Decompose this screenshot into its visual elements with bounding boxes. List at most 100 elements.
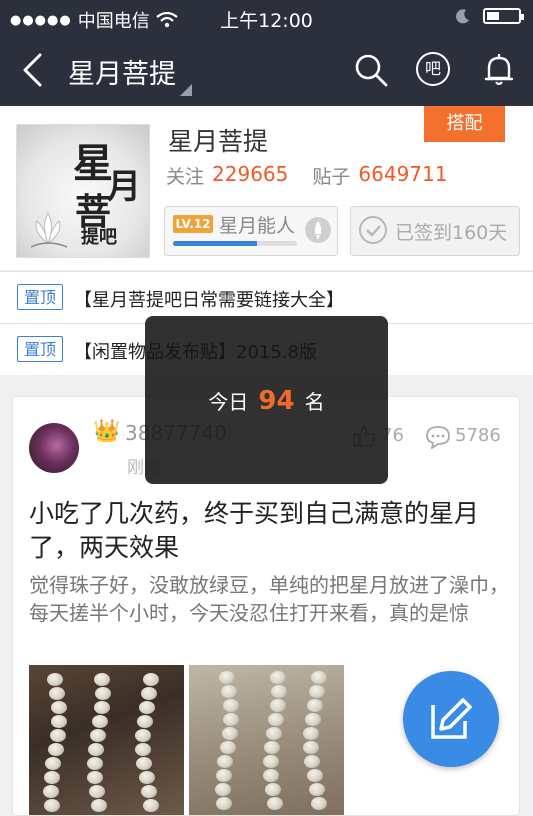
post-title[interactable]: 小吃了几次药，终于买到自己满意的星月了，两天效果 [29, 497, 509, 565]
moon-icon [456, 9, 469, 24]
checkmark-icon [359, 216, 387, 244]
bead-shape [219, 671, 235, 684]
bead-shape [87, 757, 104, 770]
bead-shape [47, 673, 63, 686]
bead-shape [49, 729, 66, 742]
bead-shape [270, 685, 287, 698]
bead-shape [89, 729, 106, 742]
bead-shape [267, 797, 284, 810]
user-avatar[interactable] [29, 423, 79, 473]
forum-stats: 关注 229665 贴子 6649711 [166, 162, 447, 189]
toast-suffix: 名 [304, 390, 325, 414]
bead-shape [142, 673, 159, 686]
bead-shape [306, 699, 323, 712]
bead-shape [94, 673, 111, 686]
posts-label: 贴子 [312, 166, 351, 188]
rank-toast: 今日 94 名 [145, 316, 388, 484]
bead-shape [303, 741, 320, 754]
bead-shape [50, 715, 67, 728]
bead-shape [263, 755, 280, 768]
sign-in-text: 已签到160天 [395, 222, 508, 244]
bead-shape [87, 743, 104, 756]
bead-shape [142, 799, 159, 812]
bead-shape [138, 701, 155, 714]
search-icon[interactable] [353, 52, 389, 88]
post-image[interactable] [189, 665, 344, 815]
status-bar: ●●●●● 中国电信 上午12:00 [0, 0, 533, 34]
bead-shape [215, 769, 232, 782]
bead-shape [217, 755, 234, 768]
bead-shape [45, 757, 62, 770]
lotus-icon [30, 212, 68, 248]
comment-icon[interactable] [425, 425, 451, 449]
nav-title[interactable]: 星月菩提 [68, 52, 176, 91]
rocket-icon [305, 217, 331, 243]
edit-icon [431, 698, 472, 739]
bead-shape [136, 757, 153, 770]
bead-shape [43, 771, 60, 784]
battery-icon [483, 8, 524, 24]
bead-shape [47, 743, 64, 756]
follow-count: 229665 [212, 162, 289, 186]
bead-shape [310, 671, 327, 684]
level-box[interactable]: LV.12 星月能人 [164, 206, 338, 256]
bead-shape [136, 715, 153, 728]
bead-shape [265, 727, 282, 740]
posts-count: 6649711 [358, 162, 448, 186]
toast-text: 今日 94 名 [145, 386, 388, 416]
level-badge: LV.12 [173, 215, 213, 233]
bead-shape [268, 713, 285, 726]
toast-rank: 94 [258, 386, 295, 416]
follow-label: 关注 [166, 166, 205, 188]
compose-button[interactable] [403, 671, 499, 767]
bead-shape [215, 783, 231, 796]
level-name: 星月能人 [219, 215, 296, 237]
bead-shape [309, 685, 326, 698]
post-body: 觉得珠子好，没敢放绿豆，单纯的把星月放进了澡巾，每天搓半个小时，今天没忍住打开来… [29, 573, 509, 625]
bead-shape [92, 715, 109, 728]
bead-shape [304, 713, 321, 726]
forum-header: 星 月 菩 提吧 星月菩提 关注 229665 贴子 6649711 搭配 LV… [0, 106, 533, 270]
bead-shape [138, 771, 155, 784]
bead-shape [221, 685, 238, 698]
bead-shape [94, 701, 111, 714]
ba-icon[interactable]: 吧 [416, 52, 450, 86]
bead-shape [141, 687, 158, 700]
nav-bar: 星月菩提 吧 [0, 34, 533, 106]
bead-shape [89, 785, 106, 798]
avatar-calligraphy-2: 月 [107, 167, 141, 207]
collab-button[interactable]: 搭配 [424, 106, 505, 142]
bead-shape [306, 769, 323, 782]
bead-shape [87, 771, 104, 784]
bead-shape [43, 799, 60, 812]
bead-shape [222, 699, 239, 712]
bead-shape [221, 727, 238, 740]
pinned-tag: 置顶 [17, 284, 63, 310]
bead-shape [270, 671, 287, 684]
crown-icon: 👑 [93, 419, 121, 444]
bead-shape [215, 797, 232, 810]
bead-shape [43, 785, 59, 798]
bead-shape [91, 799, 108, 812]
bead-shape [222, 713, 239, 726]
bead-shape [308, 783, 325, 796]
back-arrow-icon[interactable] [18, 52, 48, 88]
level-progress-fill [173, 241, 258, 246]
bead-shape [265, 783, 282, 796]
post-image[interactable] [29, 665, 184, 815]
bead-shape [304, 755, 321, 768]
pinned-title: 【星月菩提吧日常需要链接大全】 [74, 290, 344, 311]
bead-shape [135, 743, 152, 756]
ba-icon-label: 吧 [424, 59, 441, 78]
avatar-calligraphy-4: 提吧 [81, 227, 117, 248]
sign-in-status[interactable]: 已签到160天 [350, 206, 520, 256]
bead-shape [310, 797, 327, 810]
bead-shape [263, 741, 280, 754]
bead-shape [94, 687, 111, 700]
level-progress-bar [173, 241, 297, 246]
bell-icon[interactable] [481, 52, 517, 88]
status-time: 上午12:00 [220, 10, 313, 32]
bead-shape [303, 727, 320, 740]
bead-shape [49, 687, 66, 700]
pinned-tag: 置顶 [17, 336, 63, 362]
